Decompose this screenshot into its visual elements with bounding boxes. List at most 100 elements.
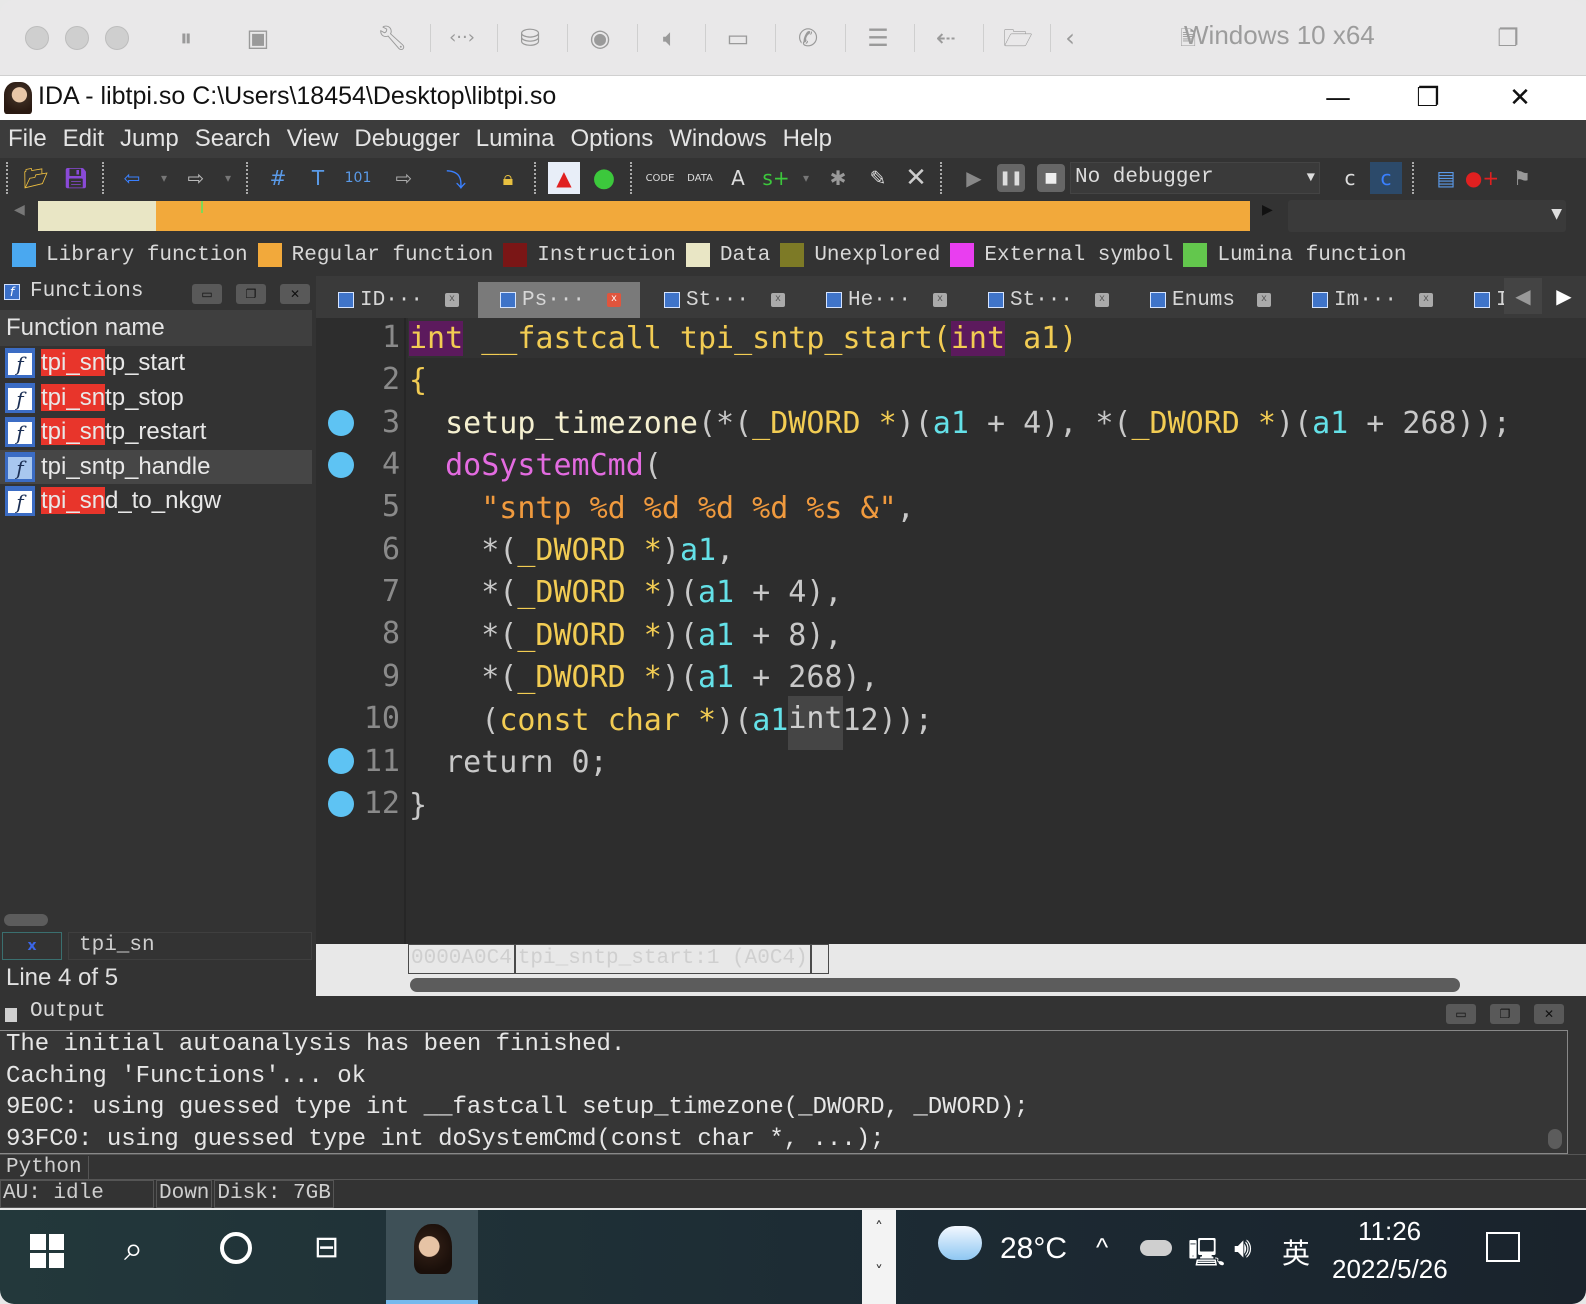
task-view-icon[interactable]: ⊟: [314, 1230, 339, 1265]
pseudocode-view[interactable]: 1 2 3 4 5 6 7 8 9 10 11 12 int __fastcal…: [316, 318, 1586, 944]
clock-time[interactable]: 11:26: [1358, 1216, 1421, 1247]
tab-scroll-right-icon[interactable]: ▶: [1544, 278, 1584, 314]
menu-search[interactable]: Search: [187, 120, 279, 158]
function-row[interactable]: f tpi_sntp_restart: [0, 415, 312, 450]
output-log[interactable]: The initial autoanalysis has been finish…: [0, 1030, 1568, 1154]
weather-cloud-icon[interactable]: [938, 1226, 982, 1260]
breakpoint-marker-icon[interactable]: [328, 791, 354, 817]
breakpoint-marker-icon[interactable]: [328, 410, 354, 436]
navigation-band[interactable]: [38, 201, 1250, 231]
settings-wrench-icon[interactable]: 🔧︎: [374, 22, 410, 54]
jump-down-icon[interactable]: ⤵: [440, 162, 472, 194]
tab-pseudocode[interactable]: Ps··· x: [478, 282, 640, 318]
functions-horizontal-scrollbar[interactable]: [4, 914, 48, 926]
function-name-column-header[interactable]: Function name: [0, 310, 312, 346]
start-debug-icon[interactable]: ▶: [958, 162, 990, 194]
segment-combo[interactable]: ▼: [1288, 200, 1566, 232]
code-horizontal-scrollbar[interactable]: [410, 978, 1460, 992]
open-folder-icon[interactable]: 📂︎: [20, 162, 52, 194]
function-row[interactable]: f tpi_sntp_stop: [0, 381, 312, 416]
save-icon[interactable]: 💾︎: [60, 162, 92, 194]
phone-icon[interactable]: ✆: [790, 22, 826, 54]
video-icon[interactable]: ▭: [720, 22, 756, 54]
stop-debug-icon[interactable]: ■: [1037, 164, 1065, 192]
breakpoint-marker-icon[interactable]: [328, 452, 354, 478]
minimize-button[interactable]: —: [1308, 80, 1368, 116]
make-string-icon[interactable]: s+: [760, 162, 792, 194]
panel-maximize-button[interactable]: ▭: [192, 284, 222, 304]
menu-view[interactable]: View: [279, 120, 347, 158]
tab-close-icon[interactable]: x: [607, 293, 622, 307]
snapshot-icon[interactable]: ▣: [240, 22, 276, 54]
tab-imports[interactable]: Im··· x: [1290, 282, 1450, 318]
shared-folder-icon[interactable]: 🗁︎: [1000, 22, 1036, 54]
scroll-down-icon[interactable]: ˅: [862, 1262, 896, 1281]
tab-hex-view[interactable]: He··· x: [804, 282, 964, 318]
rename-icon[interactable]: ✎: [862, 162, 894, 194]
function-row[interactable]: f tpi_sntp_start: [0, 346, 312, 381]
usb-icon[interactable]: ⇠: [928, 22, 964, 54]
taskbar-app-ida[interactable]: [386, 1210, 478, 1304]
menu-file[interactable]: File: [0, 120, 55, 158]
output-scrollbar[interactable]: [1548, 1129, 1562, 1149]
menu-options[interactable]: Options: [563, 120, 662, 158]
nav-left-arrow-icon[interactable]: ◀: [14, 202, 25, 218]
back-icon[interactable]: ‹: [1052, 22, 1088, 54]
clear-search-button[interactable]: x: [2, 932, 62, 960]
vm-zoom-light[interactable]: [105, 26, 129, 50]
taskbar-scroll[interactable]: ˄ ˅: [862, 1210, 896, 1304]
notification-center-icon[interactable]: [1486, 1232, 1520, 1262]
show-hidden-icons-icon[interactable]: ^: [1096, 1232, 1108, 1263]
pause-debug-icon[interactable]: ❚❚: [997, 164, 1025, 192]
run-green-icon[interactable]: ●: [588, 162, 620, 194]
pseudocode-icon[interactable]: c: [1370, 162, 1402, 194]
tab-exports[interactable]: I: [1452, 282, 1512, 318]
function-row[interactable]: f tpi_snd_to_nkgw: [0, 484, 312, 519]
menu-debugger[interactable]: Debugger: [346, 120, 467, 158]
back-arrow-icon[interactable]: ⇦: [116, 162, 148, 194]
vm-window-icon[interactable]: ❐: [1490, 22, 1526, 54]
forward-dropdown-icon[interactable]: ▾: [212, 162, 244, 194]
menu-edit[interactable]: Edit: [55, 120, 112, 158]
audio-icon[interactable]: 🔈︎: [652, 22, 688, 54]
search-icon[interactable]: ⌕: [124, 1230, 143, 1269]
python-command-input[interactable]: [88, 1156, 1568, 1180]
function-row-selected[interactable]: f tpi_sntp_handle: [0, 449, 312, 484]
restore-button[interactable]: ❐: [1398, 80, 1458, 116]
weather-temperature[interactable]: 28°C: [1000, 1232, 1067, 1266]
close-button[interactable]: ✕: [1490, 80, 1550, 116]
clock-date[interactable]: 2022/5/26: [1332, 1254, 1448, 1285]
make-ascii-icon[interactable]: A: [722, 162, 754, 194]
function-search-input[interactable]: tpi_sn: [68, 932, 312, 960]
tab-enums[interactable]: Enums x: [1128, 282, 1288, 318]
add-breakpoint-icon[interactable]: ●+: [1465, 162, 1499, 194]
vm-close-light[interactable]: [25, 26, 49, 50]
string-dropdown-icon[interactable]: ▾: [790, 162, 822, 194]
breakpoint-marker-icon[interactable]: [328, 748, 354, 774]
search-text-icon[interactable]: T: [302, 162, 334, 194]
search-binary-icon[interactable]: 101: [342, 162, 374, 194]
menu-jump[interactable]: Jump: [112, 120, 187, 158]
scroll-up-icon[interactable]: ˄: [862, 1218, 896, 1237]
tab-close-icon[interactable]: x: [771, 293, 786, 307]
tab-close-icon[interactable]: x: [1095, 293, 1110, 307]
breakpoint-list-icon[interactable]: ▤: [1430, 162, 1462, 194]
camera-icon[interactable]: ◉: [582, 22, 618, 54]
debugger-select[interactable]: No debugger ▼: [1070, 162, 1320, 194]
make-code-icon[interactable]: CODE: [644, 162, 676, 194]
make-array-icon[interactable]: ✱: [822, 162, 854, 194]
decompile-icon[interactable]: c: [1334, 162, 1366, 194]
panel-float-button[interactable]: ❐: [236, 284, 266, 304]
tab-scroll-left-icon[interactable]: ◀: [1504, 278, 1542, 314]
delete-breakpoint-icon[interactable]: ⚑: [1506, 162, 1538, 194]
undefine-icon[interactable]: ✕: [900, 162, 932, 194]
menu-lumina[interactable]: Lumina: [468, 120, 563, 158]
warning-icon[interactable]: ▲: [548, 162, 580, 194]
cortana-icon[interactable]: [220, 1232, 252, 1264]
forward-arrow-icon[interactable]: ⇨: [180, 162, 212, 194]
nav-right-arrow-icon[interactable]: ▶: [1262, 202, 1273, 218]
pause-icon[interactable]: ⏸: [168, 22, 204, 54]
menu-windows[interactable]: Windows: [661, 120, 774, 158]
ime-indicator[interactable]: 英: [1282, 1232, 1310, 1272]
search-next-icon[interactable]: ⇨: [388, 162, 420, 194]
